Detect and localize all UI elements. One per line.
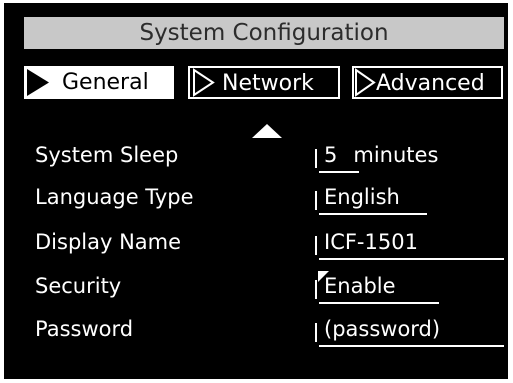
system-sleep-label: System Sleep (35, 143, 179, 167)
field-cursor-bar (315, 149, 317, 168)
field-underline (319, 171, 359, 173)
play-arrow-icon (27, 69, 49, 96)
tab-advanced-label: Advanced (376, 71, 485, 96)
language-type-value: English (324, 185, 400, 209)
language-type-label: Language Type (35, 185, 194, 209)
security-label: Security (35, 274, 122, 298)
tab-network[interactable]: Network (188, 66, 340, 99)
scroll-up-arrow-icon[interactable] (251, 123, 283, 139)
display-name-label: Display Name (35, 230, 182, 254)
display-name-value: ICF-1501 (324, 230, 418, 254)
window-title: System Configuration (24, 17, 504, 49)
language-type-field[interactable]: English (315, 184, 435, 215)
field-underline (319, 258, 504, 260)
system-sleep-value: 5 (324, 143, 338, 167)
tab-network-label: Network (222, 71, 314, 96)
field-underline (319, 345, 504, 347)
field-underline (319, 213, 427, 215)
tab-general[interactable]: General (24, 66, 174, 99)
screen: System Configuration General Network Adv… (0, 0, 513, 383)
play-arrow-outline-icon (355, 68, 376, 97)
system-sleep-field[interactable]: 5 minutes (315, 142, 465, 173)
field-cursor-bar (315, 280, 317, 299)
tab-advanced[interactable]: Advanced (352, 66, 503, 99)
field-cursor-bar (315, 236, 317, 255)
display-name-field[interactable]: ICF-1501 (315, 229, 505, 260)
tab-general-label: General (62, 70, 149, 95)
field-cursor-bar (315, 191, 317, 210)
password-label: Password (35, 317, 134, 341)
field-cursor-bar (315, 323, 317, 342)
password-value: (password) (324, 317, 441, 341)
security-value: Enable (324, 274, 396, 298)
security-field[interactable]: Enable (315, 271, 445, 304)
field-underline (319, 302, 439, 304)
system-sleep-unit: minutes (353, 143, 439, 167)
play-arrow-outline-icon (193, 68, 215, 97)
password-field[interactable]: (password) (315, 316, 505, 347)
